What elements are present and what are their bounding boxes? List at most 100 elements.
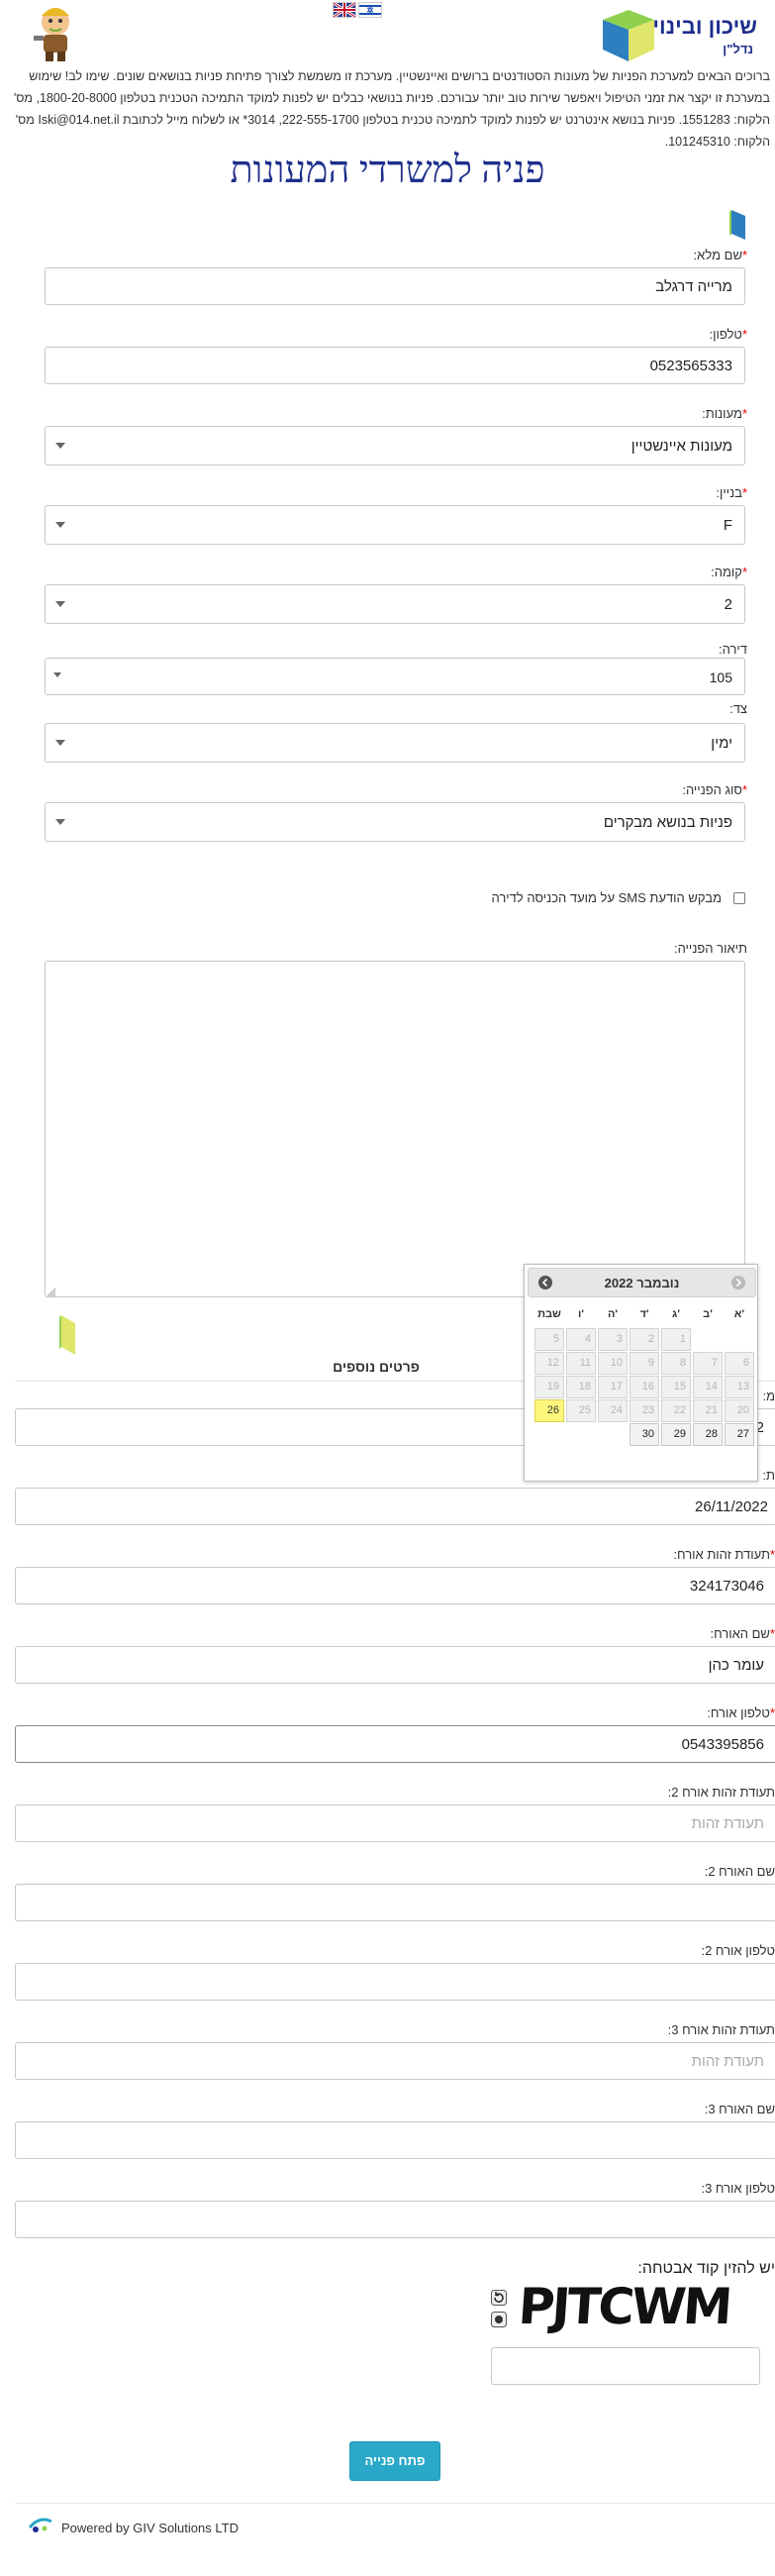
guest1-name-input[interactable] (15, 1646, 775, 1684)
datepicker-calendar: נובמבר 2022 א' ב' ג' ד' ה' ו' שבת 1 2 3 4 5 6 7 8 9 10 1… (524, 1264, 758, 1482)
calendar-day-selected[interactable]: 26 (534, 1399, 564, 1422)
section-icon (729, 210, 745, 240)
calendar-weekday: ה' (607, 1308, 619, 1320)
calendar-weekday: ב' (703, 1308, 713, 1320)
captcha-image: PJTCWM (519, 2280, 756, 2333)
calendar-day: 14 (693, 1376, 723, 1398)
phone-input[interactable] (45, 347, 745, 384)
calendar-day: 2 (630, 1328, 659, 1351)
guest1-id-input[interactable] (15, 1567, 775, 1604)
guest2-name-input[interactable] (15, 1884, 775, 1921)
calendar-day: 7 (693, 1352, 723, 1375)
guest3-id-label: תעודת זהות אורח 3: (667, 2022, 775, 2037)
chevron-down-icon (55, 819, 65, 825)
side-select[interactable]: ימין (45, 723, 745, 763)
guest3-phone-input[interactable] (15, 2201, 775, 2238)
guest2-phone-input[interactable] (15, 1963, 775, 2001)
calendar-weekday: שבת (537, 1308, 561, 1320)
calendar-day: 23 (630, 1399, 659, 1422)
apartment-select-value: 105 (709, 670, 732, 685)
visit-date-input[interactable] (15, 1488, 775, 1525)
chevron-down-icon (55, 740, 65, 746)
english-flag-icon[interactable] (333, 2, 356, 18)
calendar-day: 3 (598, 1328, 628, 1351)
refresh-captcha-icon[interactable] (491, 2290, 507, 2306)
calendar-day: 16 (630, 1376, 659, 1398)
sms-label: מבקש הודעת SMS על מועד הכניסה לדירה (491, 890, 723, 905)
extra-section-icon (59, 1315, 75, 1355)
building-label: *בניין: (716, 485, 747, 500)
resize-handle-icon[interactable] (47, 1286, 56, 1297)
calendar-day: 24 (598, 1399, 628, 1422)
calendar-day: 8 (661, 1352, 691, 1375)
visit-from-label: מ: (762, 1389, 775, 1403)
page-title: פניה למשרדי המעונות (230, 150, 545, 191)
apartment-select[interactable]: 105 (45, 658, 745, 695)
chevron-down-icon (53, 672, 61, 677)
hebrew-flag-icon[interactable] (358, 2, 382, 18)
building-select[interactable]: F (45, 505, 745, 545)
calendar-weekday: ד' (639, 1308, 649, 1320)
calendar-day: 9 (630, 1352, 659, 1375)
calendar-weekday: א' (733, 1308, 745, 1320)
calendar-weekday: ו' (578, 1308, 584, 1320)
guest2-id-input[interactable] (15, 1804, 775, 1842)
company-logo: שיכון ובינוי נדל"ן (599, 4, 757, 65)
calendar-day: 25 (566, 1399, 596, 1422)
calendar-day[interactable]: 29 (661, 1423, 691, 1446)
captcha-code: PJTCWM (519, 2280, 731, 2333)
request-type-select-value: פניות בנושא מבקרים (603, 814, 732, 831)
calendar-day: 10 (598, 1352, 628, 1375)
guest1-name-label: *שם האורח: (710, 1626, 775, 1641)
chevron-down-icon (55, 601, 65, 607)
dorm-select[interactable]: מעונות איינשטיין (45, 426, 745, 465)
guest1-id-label: *תעודת זהות אורח: (673, 1547, 775, 1562)
description-textarea[interactable] (45, 961, 745, 1297)
audio-captcha-icon[interactable] (491, 2312, 507, 2327)
calendar-day: 12 (534, 1352, 564, 1375)
submit-button[interactable]: פתח פנייה (349, 2441, 440, 2481)
calendar-day: 20 (725, 1399, 754, 1422)
apartment-label: דירה: (719, 642, 747, 657)
guest1-phone-label: *טלפון אורח: (707, 1705, 775, 1720)
giv-logo-icon (28, 2516, 53, 2535)
guest2-name-label: שם האורח 2: (704, 1864, 775, 1879)
visit-to-label: ת: (762, 1468, 775, 1483)
guest2-phone-label: טלפון אורח 2: (701, 1943, 775, 1958)
guest3-name-label: שם האורח 3: (704, 2102, 775, 2116)
calendar-day: 18 (566, 1376, 596, 1398)
guest1-phone-input[interactable] (15, 1725, 775, 1763)
chevron-down-icon (55, 443, 65, 449)
guest2-id-label: תעודת זהות אורח 2: (667, 1785, 775, 1800)
extra-section-title: פרטים נוספים (333, 1359, 420, 1375)
full-name-input[interactable] (45, 267, 745, 305)
next-month-icon[interactable] (731, 1276, 745, 1289)
building-select-value: F (723, 517, 732, 534)
calendar-day: 5 (534, 1328, 564, 1351)
description-label: תיאור הפנייה: (673, 941, 747, 956)
calendar-weekday: ג' (672, 1308, 680, 1320)
request-type-select[interactable]: פניות בנושא מבקרים (45, 802, 745, 842)
calendar-day[interactable]: 27 (725, 1423, 754, 1446)
intro-text: ברוכים הבאים למערכת הפניות של מעונות הסט… (13, 69, 770, 149)
sms-checkbox[interactable] (733, 892, 745, 904)
captcha-label: יש להזין קוד אבטחה: (637, 2260, 775, 2277)
footer-divider (15, 2503, 775, 2504)
logo-text: שיכון ובינוי (652, 14, 757, 39)
guest3-name-input[interactable] (15, 2121, 775, 2159)
captcha-input[interactable] (491, 2347, 760, 2385)
calendar-day: 17 (598, 1376, 628, 1398)
floor-select[interactable]: 2 (45, 584, 745, 624)
phone-label: *טלפון: (709, 327, 747, 342)
calendar-day: 21 (693, 1399, 723, 1422)
calendar-day: 4 (566, 1328, 596, 1351)
chevron-down-icon (55, 522, 65, 528)
floor-select-value: 2 (724, 596, 732, 613)
side-select-value: ימין (711, 735, 732, 752)
calendar-day[interactable]: 28 (693, 1423, 723, 1446)
calendar-day[interactable]: 30 (630, 1423, 659, 1446)
guest3-id-input[interactable] (15, 2042, 775, 2080)
request-type-label: *סוג הפנייה: (682, 782, 747, 797)
calendar-day: 11 (566, 1352, 596, 1375)
full-name-label: *שם מלא: (693, 248, 747, 262)
